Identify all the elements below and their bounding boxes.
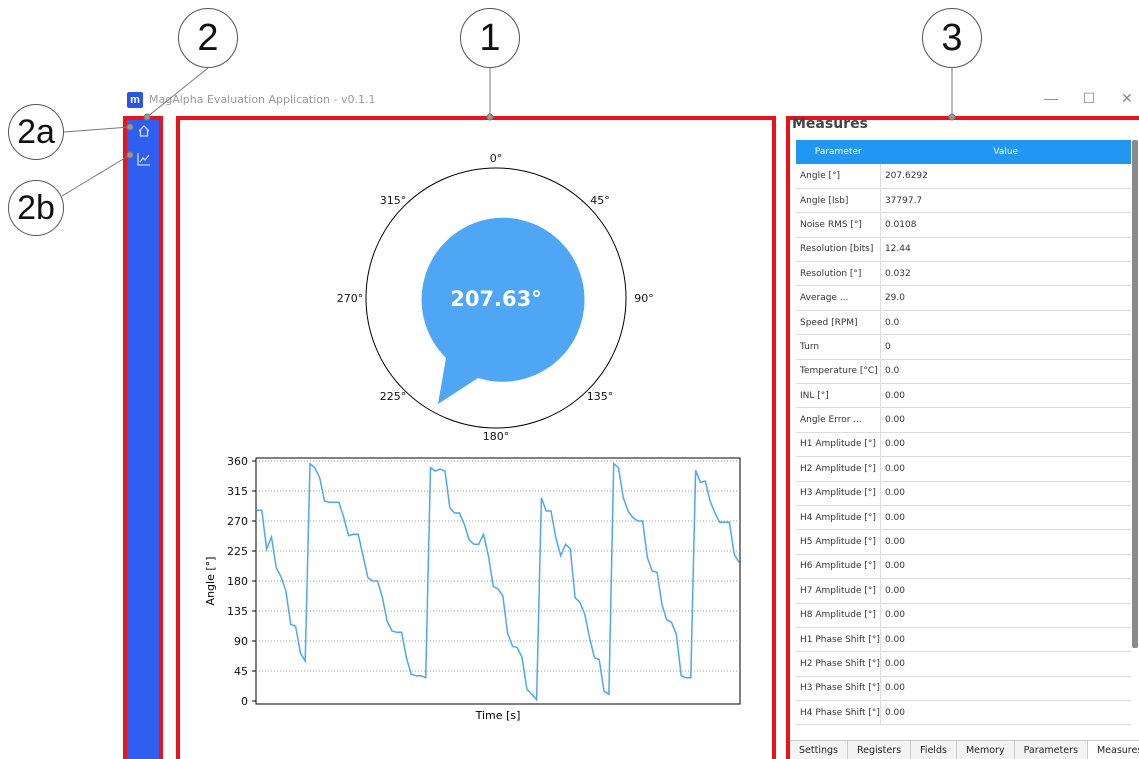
leader-2b-dot bbox=[126, 151, 134, 159]
leader-2b bbox=[61, 154, 131, 197]
leader-2a-dot bbox=[126, 123, 134, 131]
callout-leaders bbox=[61, 67, 956, 197]
leader-1-dot bbox=[486, 113, 494, 121]
leader-2-dot bbox=[143, 113, 151, 121]
leader-3-dot bbox=[948, 113, 956, 121]
leader-2 bbox=[146, 67, 209, 118]
leader-2a bbox=[63, 126, 131, 133]
